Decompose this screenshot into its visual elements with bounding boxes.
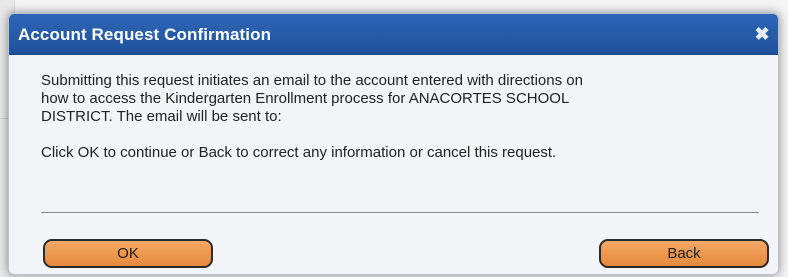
dialog-title: Account Request Confirmation	[18, 25, 272, 44]
instructions-text: Click OK to continue or Back to correct …	[41, 144, 557, 161]
back-button[interactable]: Back	[599, 239, 769, 268]
close-icon[interactable]: ✖	[752, 24, 772, 44]
ok-button[interactable]: OK	[43, 239, 213, 268]
message-line: how to access the Kindergarten Enrollmen…	[41, 90, 570, 107]
account-request-confirmation-dialog: Account Request Confirmation ✖ Submittin…	[8, 13, 779, 275]
message-line: Submitting this request initiates an ema…	[41, 72, 583, 89]
button-divider	[41, 212, 759, 213]
dialog-titlebar[interactable]: Account Request Confirmation ✖	[9, 14, 778, 55]
message-line: DISTRICT. The email will be sent to:	[41, 108, 282, 125]
dialog-message: Submitting this request initiates an ema…	[41, 72, 756, 162]
